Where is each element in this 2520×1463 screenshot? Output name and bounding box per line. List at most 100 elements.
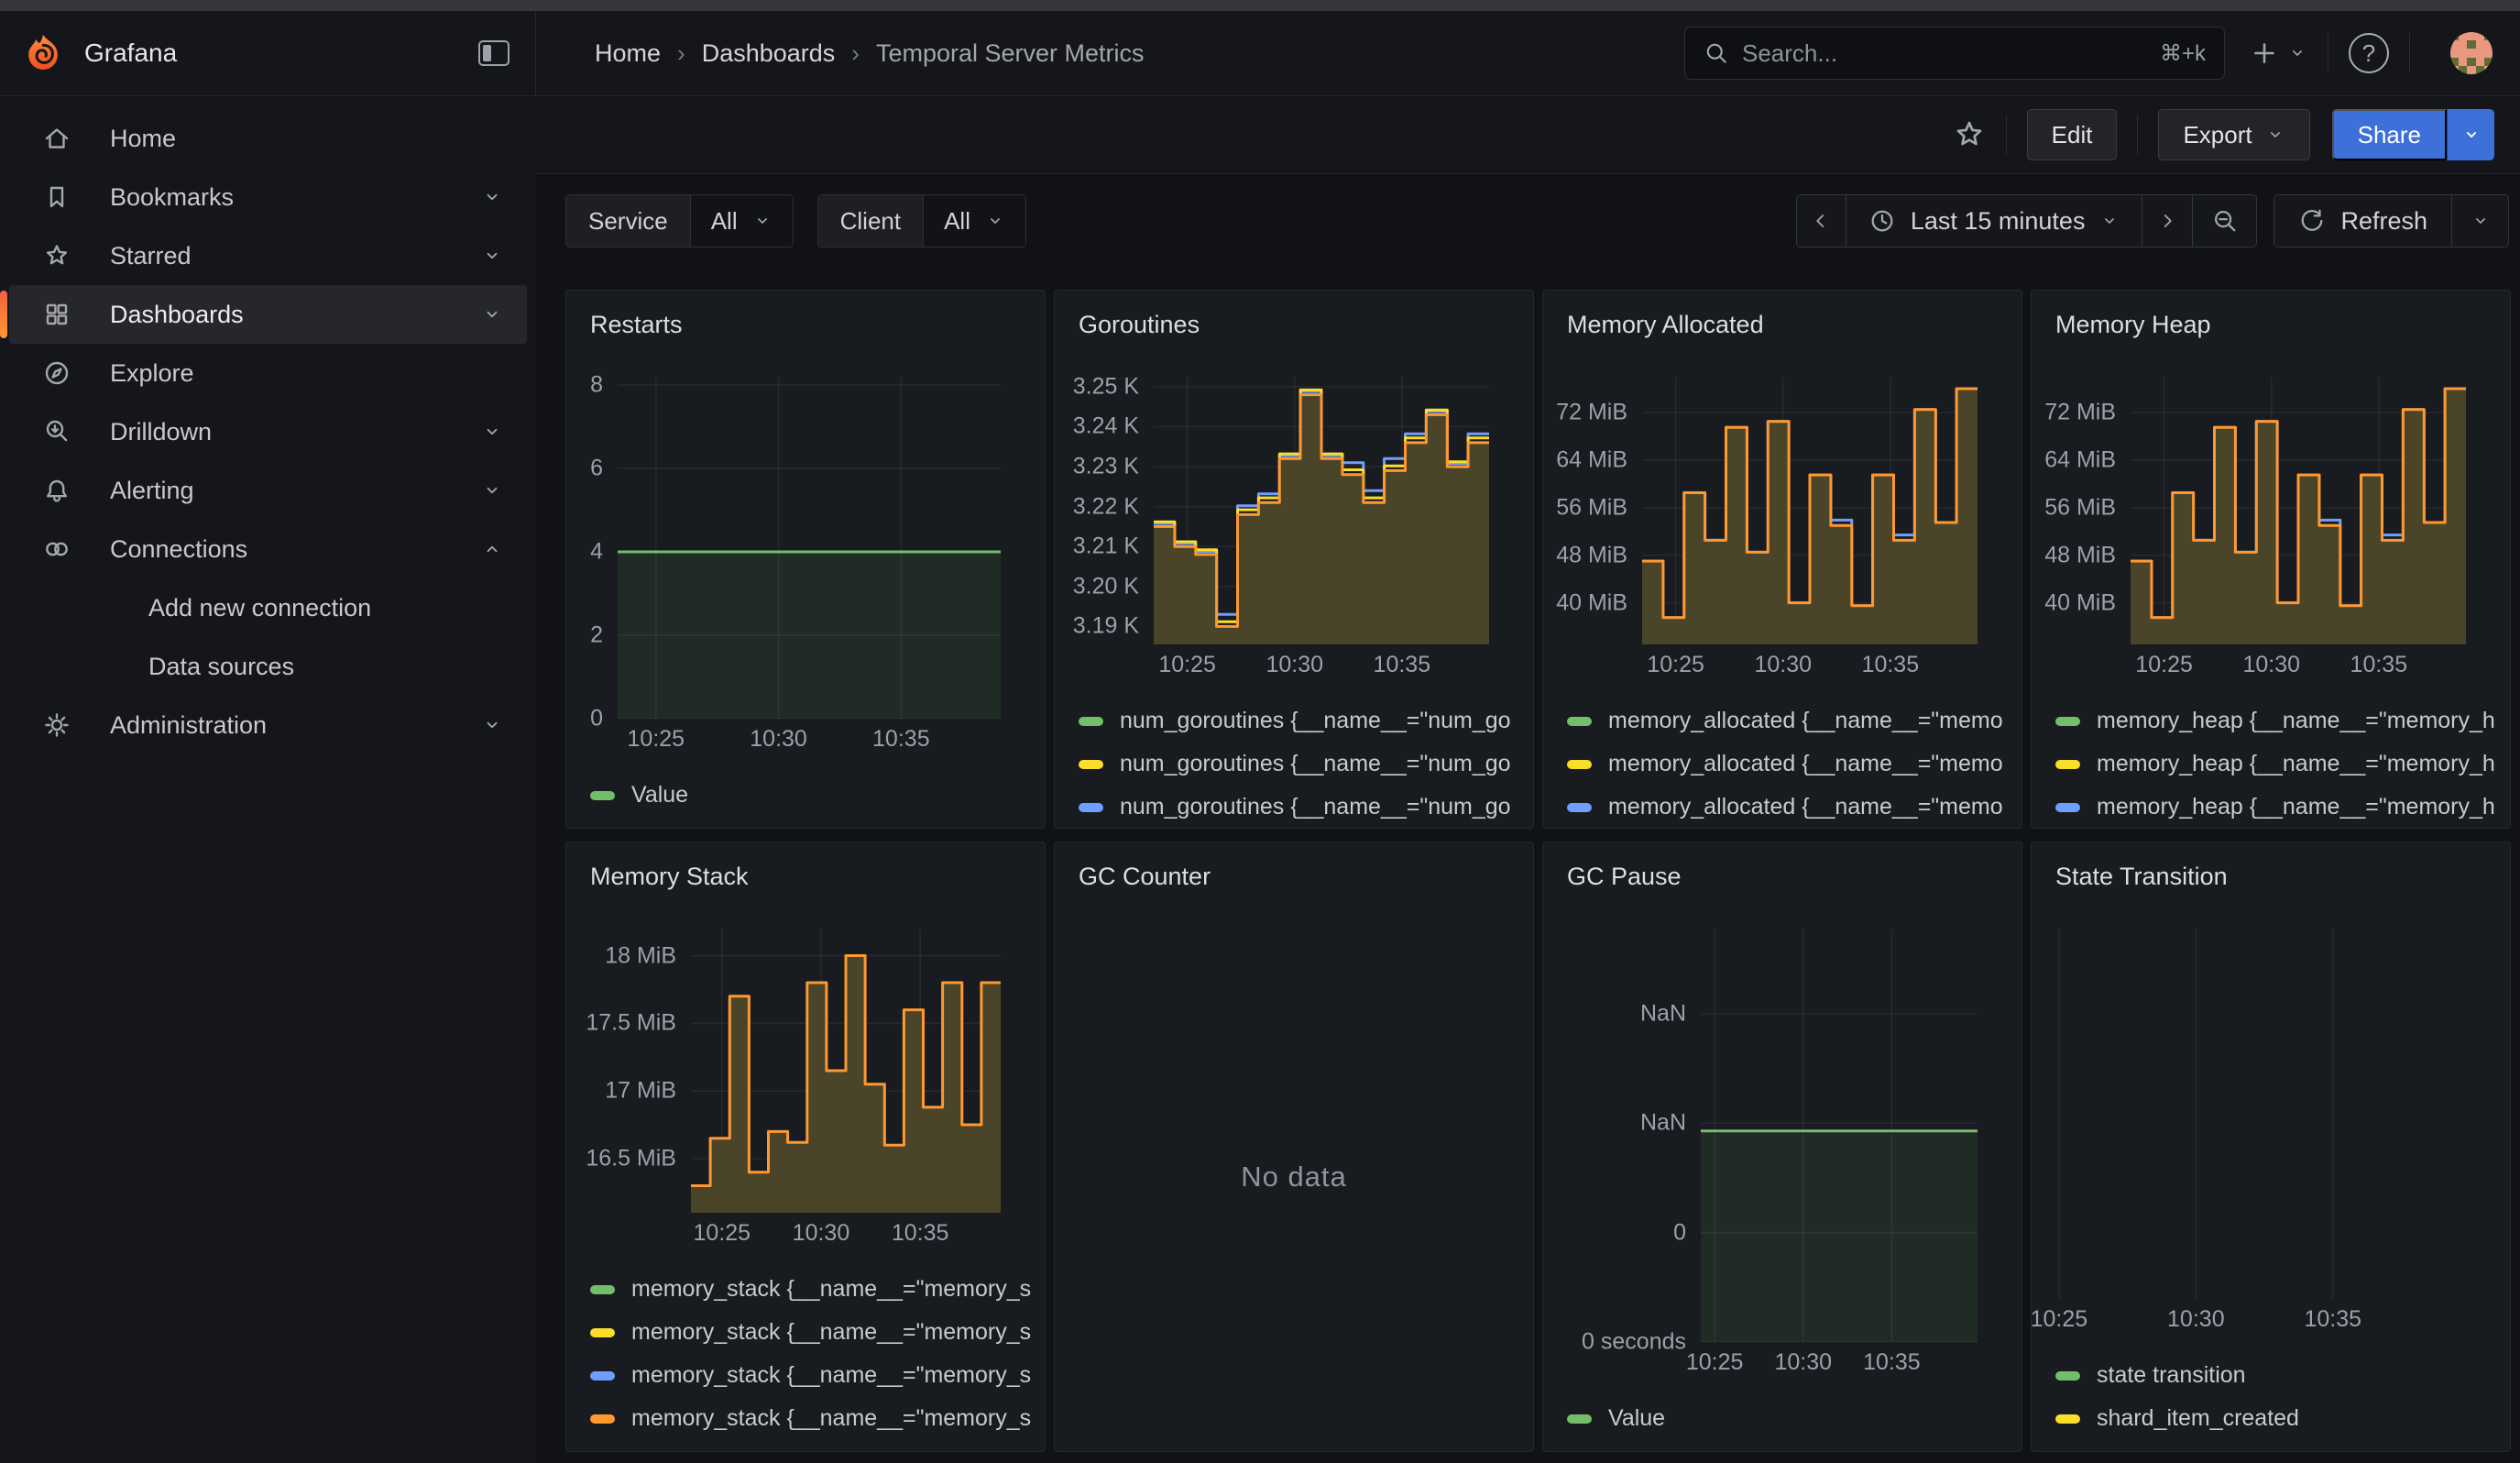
x-axis-label: 10:25: [628, 726, 685, 753]
legend-label: num_goroutines {__name__="num_go: [1120, 794, 1511, 820]
sidebar-item-starred[interactable]: Starred: [9, 226, 527, 285]
time-shift-back-button[interactable]: [1796, 194, 1846, 248]
sidebar-item-administration[interactable]: Administration: [9, 696, 527, 754]
share-dropdown-button[interactable]: [2447, 109, 2494, 160]
breadcrumb: Home›Dashboards›Temporal Server Metrics: [595, 39, 1145, 68]
panel-title[interactable]: GC Pause: [1543, 842, 2021, 903]
sidebar-item-label: Home: [110, 125, 176, 153]
x-axis-label: 10:30: [1754, 652, 1812, 678]
clock-icon: [1868, 207, 1896, 235]
sidebar-item-alerting[interactable]: Alerting: [9, 461, 527, 520]
panel-title[interactable]: Memory Allocated: [1543, 291, 2021, 351]
sidebar-item-add-new-connection[interactable]: Add new connection: [9, 578, 527, 637]
y-axis-label: 64 MiB: [1556, 446, 1627, 473]
panel-title[interactable]: State Transition: [2032, 842, 2510, 903]
legend-item[interactable]: state transition: [2055, 1354, 2510, 1397]
y-axis-label: 4: [590, 539, 603, 566]
legend-item[interactable]: memory_stack {__name__="memory_s: [590, 1311, 1045, 1354]
sidebar-item-explore[interactable]: Explore: [9, 344, 527, 402]
filter-value-dropdown[interactable]: All: [690, 195, 793, 247]
legend-item[interactable]: num_goroutines {__name__="num_go: [1079, 699, 1533, 742]
chevron-down-icon[interactable]: [481, 245, 503, 267]
panel-title[interactable]: Memory Stack: [566, 842, 1045, 903]
legend-item[interactable]: memory_stack {__name__="memory_s: [590, 1354, 1045, 1397]
panel-title[interactable]: Memory Heap: [2032, 291, 2510, 351]
breadcrumb-item-temporal-server-metrics: Temporal Server Metrics: [876, 39, 1145, 68]
time-range-picker[interactable]: Last 15 minutes: [1846, 194, 2143, 248]
chevron-right-icon: [2156, 210, 2178, 232]
legend-item[interactable]: num_goroutines {__name__="num_go: [1079, 786, 1533, 828]
search-input[interactable]: Search... ⌘+k: [1684, 27, 2225, 80]
filter-client[interactable]: ClientAll: [817, 194, 1026, 248]
dashboard-content: ServiceAllClientAll Last 15 minutes: [536, 174, 2520, 1463]
y-axis-label: 48 MiB: [1556, 542, 1627, 568]
chevron-down-icon[interactable]: [481, 479, 503, 501]
legend-item[interactable]: memory_heap {__name__="memory_h: [2055, 786, 2510, 828]
x-axis-label: 10:30: [2242, 652, 2300, 678]
refresh-interval-dropdown[interactable]: [2452, 194, 2509, 248]
breadcrumb-item-dashboards[interactable]: Dashboards: [702, 39, 836, 68]
sidebar-item-label: Add new connection: [148, 594, 371, 622]
chevron-down-icon[interactable]: [481, 714, 503, 736]
panel-title[interactable]: Restarts: [566, 291, 1045, 351]
chevron-down-icon[interactable]: [481, 186, 503, 208]
x-axis-label: 10:25: [2031, 1306, 2087, 1333]
template-filters: ServiceAllClientAll: [565, 194, 1050, 248]
export-button[interactable]: Export: [2158, 109, 2309, 160]
legend-item[interactable]: shard_item_created: [2055, 1397, 2510, 1440]
edit-button[interactable]: Edit: [2027, 109, 2118, 160]
sidebar-item-bookmarks[interactable]: Bookmarks: [9, 168, 527, 226]
legend-item[interactable]: Value: [590, 774, 1045, 817]
legend-swatch: [590, 1328, 615, 1337]
legend-item[interactable]: memory_allocated {__name__="memo: [1567, 786, 2021, 828]
legend-item[interactable]: Value: [1567, 1397, 2021, 1440]
legend-item[interactable]: num_goroutines {__name__="num_go: [1079, 742, 1533, 786]
sidebar-item-label: Administration: [110, 711, 267, 740]
legend-swatch: [1079, 803, 1103, 812]
refresh-button[interactable]: Refresh: [2273, 194, 2452, 248]
sidebar-item-data-sources[interactable]: Data sources: [9, 637, 527, 696]
legend-label: memory_stack {__name__="memory_s: [631, 1405, 1031, 1432]
legend-item[interactable]: memory_heap {__name__="memory_h: [2055, 742, 2510, 786]
sidebar-collapse-icon[interactable]: [478, 40, 509, 66]
chevron-up-icon[interactable]: [481, 538, 503, 560]
panel-title[interactable]: Goroutines: [1055, 291, 1533, 351]
legend-label: Value: [1608, 1405, 1665, 1432]
legend-swatch: [2055, 803, 2080, 812]
legend-item[interactable]: memory_allocated {__name__="memo: [1567, 742, 2021, 786]
panel-memory-stack: Memory Stack16.5 MiB17 MiB17.5 MiB18 MiB…: [565, 842, 1046, 1452]
legend-item[interactable]: memory_stack {__name__="memory_s: [590, 1397, 1045, 1440]
legend-swatch: [590, 1285, 615, 1294]
legend-swatch: [1079, 760, 1103, 769]
y-axis-label: NaN: [1640, 1110, 1686, 1137]
chevron-down-icon: [2461, 125, 2482, 145]
legend-item[interactable]: memory_allocated {__name__="memo: [1567, 699, 2021, 742]
sidebar-item-dashboards[interactable]: Dashboards: [9, 285, 527, 344]
sidebar-item-connections[interactable]: Connections: [9, 520, 527, 578]
sidebar-item-home[interactable]: Home: [9, 109, 527, 168]
time-shift-forward-button[interactable]: [2142, 194, 2193, 248]
dashboard-toolbar: Edit Export Share: [536, 96, 2520, 174]
panel-title[interactable]: GC Counter: [1055, 842, 1533, 903]
share-button[interactable]: Share: [2332, 109, 2447, 160]
filter-value-dropdown[interactable]: All: [923, 195, 1025, 247]
sidebar-item-drilldown[interactable]: Drilldown: [9, 402, 527, 461]
legend-swatch: [590, 1414, 615, 1424]
add-new-button[interactable]: [2249, 38, 2307, 69]
breadcrumb-item-home[interactable]: Home: [595, 39, 661, 68]
filter-service[interactable]: ServiceAll: [565, 194, 794, 248]
legend-item[interactable]: memory_stack {__name__="memory_s: [590, 1268, 1045, 1311]
chevron-down-icon[interactable]: [481, 421, 503, 443]
time-zoom-out-button[interactable]: [2193, 194, 2257, 248]
user-avatar[interactable]: [2450, 32, 2493, 74]
legend-item[interactable]: memory_heap {__name__="memory_h: [2055, 699, 2510, 742]
filter-label: Service: [566, 195, 690, 247]
star-icon: [42, 241, 81, 270]
favorite-star-icon[interactable]: [1953, 118, 1986, 151]
chevron-down-icon[interactable]: [481, 303, 503, 325]
sidebar-item-label: Explore: [110, 359, 194, 388]
legend-label: num_goroutines {__name__="num_go: [1120, 751, 1511, 777]
panel-legend: state transitionshard_item_created: [2032, 1343, 2510, 1451]
chevron-down-icon: [2287, 43, 2307, 63]
help-button[interactable]: ?: [2349, 33, 2389, 73]
